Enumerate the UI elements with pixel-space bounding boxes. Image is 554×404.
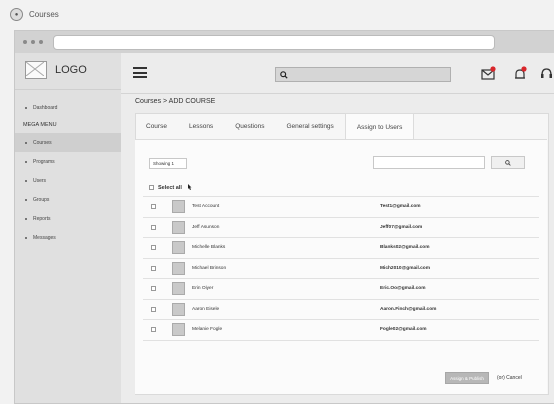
user-email: Aaron.Finch@gmail.com: [380, 306, 437, 312]
sidebar-item-programs[interactable]: Programs: [15, 152, 121, 171]
bullet-icon: [25, 179, 27, 182]
table-row: Test Account Test1@gmail.com: [143, 196, 539, 217]
user-list: Test Account Test1@gmail.com Jeff Asunso…: [143, 196, 539, 341]
browser-tab[interactable]: ● Courses: [10, 8, 59, 21]
avatar: [172, 200, 185, 214]
sidebar-item-messages[interactable]: Messages: [15, 228, 121, 247]
avatar: [172, 323, 185, 337]
avatar: [172, 220, 185, 234]
sidebar-item-label: Messages: [33, 234, 56, 241]
notification-bell-icon[interactable]: [513, 66, 528, 81]
sidebar-item-label: Dashboard: [33, 104, 58, 111]
sidebar-item-label: Programs: [33, 158, 55, 165]
mail-icon[interactable]: [481, 66, 496, 81]
logo: LOGO: [15, 53, 121, 90]
user-email: Mich2010@gmail.com: [380, 265, 430, 271]
top-bar: [121, 53, 554, 94]
tab-bar: Course Lessons Questions General setting…: [135, 113, 415, 141]
select-all-label: Select all: [158, 184, 182, 191]
user-name: Aaron Eisele: [192, 306, 220, 312]
user-name: Erin Oiyer: [192, 286, 214, 292]
bullet-icon: [25, 198, 27, 201]
user-email: Fogle02@gmail.com: [380, 327, 427, 333]
avatar: [172, 261, 185, 275]
sidebar-item-dashboard[interactable]: Dashboard: [15, 98, 121, 117]
user-name: Michelle Blanks: [192, 245, 226, 251]
avatar: [172, 302, 185, 316]
user-search-button[interactable]: [491, 156, 525, 169]
window-dot-icon[interactable]: [31, 40, 35, 44]
user-name: Michael Brinson: [192, 265, 227, 271]
browser-tab-title: Courses: [29, 10, 59, 19]
tab-general-settings[interactable]: General settings: [275, 113, 344, 140]
user-search-input[interactable]: [373, 156, 485, 169]
logo-text: LOGO: [55, 64, 87, 76]
user-name: Melanie Fogle: [192, 327, 223, 333]
user-email: Blanks02@gmail.com: [380, 245, 430, 251]
row-checkbox[interactable]: [151, 327, 156, 333]
cursor-pointer-icon: [187, 184, 192, 190]
window-dot-icon[interactable]: [23, 40, 27, 44]
select-all[interactable]: Select all: [149, 184, 192, 191]
tab-lessons[interactable]: Lessons: [178, 113, 224, 140]
sidebar-item-users[interactable]: Users: [15, 171, 121, 190]
table-row: Michael Brinson Mich2010@gmail.com: [143, 257, 539, 279]
sidebar-item-reports[interactable]: Reports: [15, 209, 121, 228]
row-checkbox[interactable]: [151, 224, 156, 230]
select-value: Showing 1: [153, 161, 175, 166]
window-dot-icon[interactable]: [39, 40, 43, 44]
tab-assign-to-users[interactable]: Assign to Users: [344, 113, 415, 141]
bullet-icon: [25, 106, 27, 109]
row-checkbox[interactable]: [151, 204, 156, 210]
search-icon: [505, 159, 511, 166]
window-controls: [23, 40, 43, 44]
avatar: [172, 282, 185, 296]
sidebar: LOGO Dashboard MEGA MENU Courses Program…: [15, 53, 122, 403]
row-checkbox[interactable]: [151, 265, 156, 271]
table-row: Aaron Eisele Aaron.Finch@gmail.com: [143, 298, 539, 320]
sidebar-item-label: Reports: [33, 215, 51, 222]
bullet-icon: [25, 236, 27, 239]
user-name: Jeff Asunson: [192, 224, 220, 230]
tab-course[interactable]: Course: [135, 113, 178, 140]
table-row: Michelle Blanks Blanks02@gmail.com: [143, 237, 539, 258]
assign-publish-button[interactable]: Assign & Publish: [445, 372, 489, 384]
bullet-icon: [25, 160, 27, 163]
bullet-icon: [25, 141, 27, 144]
table-row: Jeff Asunson Jeff07@gmail.com: [143, 216, 539, 238]
browser-titlebar: [15, 31, 554, 53]
sidebar-item-label: Courses: [33, 139, 52, 146]
cancel-link[interactable]: (or) Cancel: [497, 375, 522, 381]
user-name: Test Account: [192, 204, 220, 210]
headset-support-icon[interactable]: [539, 66, 554, 81]
tab-questions[interactable]: Questions: [224, 113, 275, 140]
main-content: Courses > ADD COURSE Course Lessons Ques…: [121, 53, 554, 403]
row-checkbox[interactable]: [151, 286, 156, 292]
user-email: Eric.Oo@gmail.com: [380, 286, 426, 292]
assign-users-content: Showing 1 Select all Test Account Test1@…: [135, 139, 547, 394]
sidebar-item-label: Groups: [33, 196, 50, 203]
avatar: [172, 241, 185, 255]
user-email: Jeff07@gmail.com: [380, 224, 423, 230]
row-checkbox[interactable]: [151, 306, 156, 312]
sidebar-item-label: Users: [33, 177, 47, 184]
search-icon: [280, 70, 288, 79]
sidebar-item-groups[interactable]: Groups: [15, 190, 121, 209]
address-bar[interactable]: [53, 34, 495, 50]
table-row: Melanie Fogle Fogle02@gmail.com: [143, 319, 539, 341]
hamburger-menu-icon[interactable]: [133, 67, 147, 78]
show-entries-select[interactable]: Showing 1: [149, 158, 187, 169]
breadcrumb: Courses > ADD COURSE: [135, 98, 216, 105]
table-row: Erin Oiyer Eric.Oo@gmail.com: [143, 278, 539, 299]
sidebar-item-courses[interactable]: Courses: [15, 133, 121, 152]
logo-image-icon: [25, 61, 47, 79]
user-email: Test1@gmail.com: [380, 204, 421, 210]
row-checkbox[interactable]: [151, 245, 156, 251]
search-input[interactable]: [275, 67, 451, 82]
sidebar-section-label: MEGA MENU: [23, 122, 57, 128]
favicon-icon: ●: [10, 8, 23, 21]
bullet-icon: [25, 217, 27, 220]
select-all-checkbox[interactable]: [149, 185, 154, 190]
browser-window: LOGO Dashboard MEGA MENU Courses Program…: [14, 30, 554, 404]
